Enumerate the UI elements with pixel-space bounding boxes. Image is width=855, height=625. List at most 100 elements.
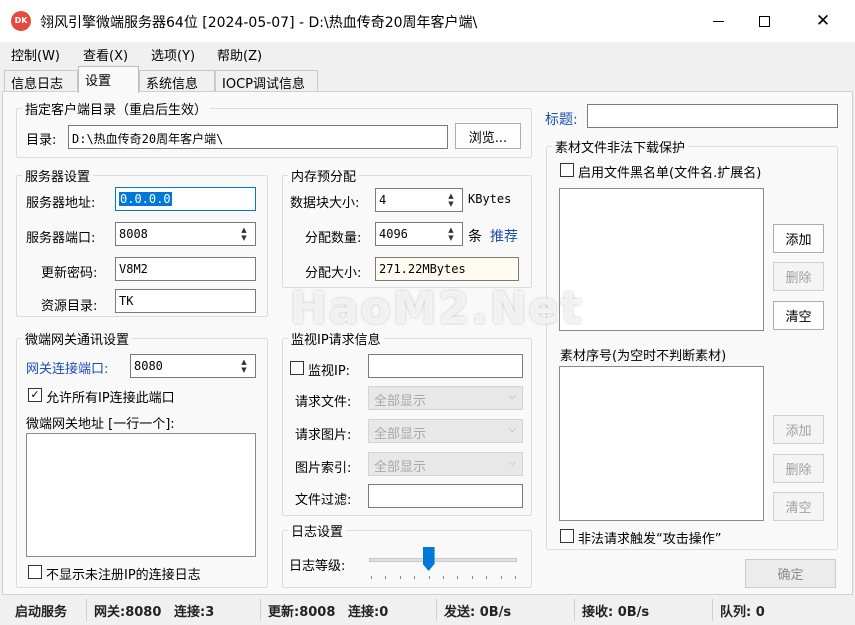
block-size-label: 数据块大小: (290, 196, 360, 211)
close-icon: ✕ (815, 11, 831, 31)
menu-options[interactable]: 选项(Y) (151, 45, 195, 64)
attack-checkbox[interactable] (560, 529, 574, 543)
chevron-down-icon: ⌵ (508, 457, 516, 468)
menu-help[interactable]: 帮助(Z) (217, 45, 262, 64)
log-level-slider-track[interactable] (369, 558, 517, 562)
spin-up-icon: ▲ (448, 192, 454, 200)
image-index-value: 全部显示 (374, 460, 427, 475)
alloc-count-spinner[interactable]: ▲ ▼ (440, 223, 462, 245)
status-gateway: 网关:8080 (94, 605, 162, 620)
minimize-button[interactable] (695, 0, 741, 42)
status-divider (436, 599, 437, 621)
menu-control[interactable]: 控制(W) (11, 45, 60, 64)
slider-tick (515, 576, 516, 579)
server-port-label: 服务器端口: (26, 231, 96, 246)
spin-down-icon: ▼ (448, 234, 454, 242)
monitor-ip-label: 监视IP: (308, 364, 351, 379)
status-divider (574, 599, 575, 621)
monitor-ip-checkbox[interactable] (290, 361, 304, 375)
maximize-button[interactable] (741, 0, 787, 42)
hide-unregistered-checkbox[interactable] (28, 565, 42, 579)
blacklist-clear-button[interactable]: 清空 (773, 301, 824, 330)
slider-tick (414, 576, 416, 579)
tab-iocp-debug[interactable]: IOCP调试信息 (215, 70, 318, 93)
server-settings-title: 服务器设置 (22, 166, 94, 185)
status-service: 启动服务 (15, 605, 68, 620)
recommend-link[interactable]: 推荐 (490, 226, 518, 246)
title-label: 标题: (545, 112, 578, 128)
block-size-spinner[interactable]: ▲ ▼ (440, 189, 462, 211)
gateway-address-label: 微端网关地址 [一行一个]: (26, 417, 175, 432)
tab-info-log[interactable]: 信息日志 (4, 70, 78, 93)
gateway-port-spinner[interactable]: ▲ ▼ (233, 355, 255, 377)
file-filter-label: 文件过滤: (295, 493, 352, 508)
spin-up-icon: ▲ (241, 358, 247, 366)
server-address-input[interactable]: 0.0.0.0 (115, 187, 256, 211)
request-image-combo: 全部显示 ⌵ (368, 419, 523, 443)
slider-tick (486, 576, 488, 579)
tab-system-info[interactable]: 系统信息 (139, 70, 215, 93)
request-file-value: 全部显示 (374, 394, 427, 409)
status-queue: 队列: 0 (720, 605, 765, 620)
hide-unregistered-label: 不显示未注册IP的连接日志 (46, 568, 201, 583)
resource-dir-input[interactable]: TK (115, 289, 256, 313)
slider-tick (428, 576, 430, 579)
blacklist-list[interactable] (559, 188, 764, 331)
status-divider (86, 599, 87, 621)
request-image-label: 请求图片: (295, 428, 352, 443)
request-file-combo: 全部显示 ⌵ (368, 386, 523, 410)
request-file-label: 请求文件: (295, 395, 352, 410)
server-address-label: 服务器地址: (26, 196, 96, 211)
log-group-title: 日志设置 (288, 521, 347, 540)
spin-down-icon: ▼ (241, 366, 247, 374)
serial-list[interactable] (559, 366, 764, 521)
server-port-spinner[interactable]: ▲ ▼ (233, 223, 255, 245)
slider-tick (500, 576, 502, 579)
status-send: 发送: 0B/s (444, 605, 512, 620)
alloc-count-unit: 条 (468, 229, 482, 245)
gateway-address-list[interactable] (26, 433, 256, 557)
title-bar: DK 翎风引擎微端服务器64位 [2024-05-07] - D:\热血传奇20… (0, 0, 855, 42)
protect-group-title: 素材文件非法下载保护 (552, 137, 689, 156)
confirm-button: 确定 (745, 559, 836, 588)
block-size-unit: KBytes (468, 192, 512, 206)
maximize-icon (758, 15, 770, 27)
status-gateway-conn: 连接:3 (174, 605, 215, 620)
spin-down-icon: ▼ (448, 200, 454, 208)
status-bar: 启动服务 网关:8080 连接:3 更新:8008 连接:0 发送: 0B/s … (0, 597, 855, 625)
tab-strip: 信息日志 设置 系统信息 IOCP调试信息 (0, 66, 855, 93)
log-level-label: 日志等级: (289, 559, 346, 574)
serial-label: 素材序号(为空时不判断素材) (560, 349, 727, 364)
alloc-count-label: 分配数量: (305, 231, 362, 246)
blacklist-add-button[interactable]: 添加 (773, 224, 824, 253)
slider-tick (371, 576, 372, 579)
status-divider (260, 599, 261, 621)
client-dir-input[interactable]: D:\热血传奇20周年客户端\ (68, 125, 448, 149)
client-dir-label: 目录: (26, 133, 57, 148)
blacklist-checkbox[interactable] (560, 163, 574, 177)
allow-all-ip-label: 允许所有IP连接此端口 (46, 391, 175, 406)
menu-view[interactable]: 查看(X) (83, 45, 128, 64)
spin-up-icon: ▲ (448, 226, 454, 234)
watermark-logo: HaoM2.Net (290, 283, 584, 334)
window-title: 翎风引擎微端服务器64位 [2024-05-07] - D:\热血传奇20周年客… (40, 15, 478, 31)
tab-settings[interactable]: 设置 (78, 66, 139, 93)
spin-up-icon: ▲ (241, 226, 247, 234)
resource-dir-label: 资源目录: (41, 299, 98, 314)
status-recv: 接收: 0B/s (582, 605, 650, 620)
serial-clear-button: 清空 (773, 492, 824, 521)
update-password-input[interactable]: V8M2 (115, 257, 256, 281)
monitor-ip-input[interactable] (368, 354, 523, 378)
browse-button[interactable]: 浏览... (455, 123, 521, 149)
title-input[interactable] (587, 104, 838, 128)
image-index-label: 图片索引: (295, 461, 352, 476)
close-button[interactable]: ✕ (800, 0, 846, 42)
alloc-size-label: 分配大小: (305, 266, 362, 281)
allow-all-ip-checkbox[interactable]: ✓ (28, 388, 42, 402)
slider-tick (457, 576, 459, 579)
chevron-down-icon: ⌵ (508, 424, 516, 435)
file-filter-input[interactable] (368, 484, 523, 508)
slider-tick (443, 576, 444, 579)
gateway-group-title: 微端网关通讯设置 (22, 329, 133, 348)
checkmark-icon: ✓ (30, 388, 40, 401)
